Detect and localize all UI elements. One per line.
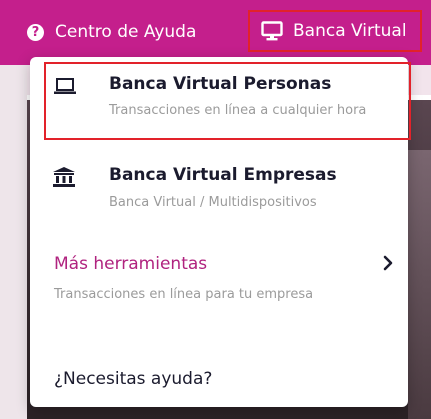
monitor-icon xyxy=(261,21,283,41)
menu-item-need-help[interactable]: ¿Necesitas ayuda? xyxy=(30,365,408,395)
background-left-panel xyxy=(0,65,27,419)
banca-virtual-label: Banca Virtual xyxy=(293,21,407,41)
more-tools-title: Más herramientas xyxy=(54,254,208,274)
top-bar: ? Centro de Ayuda Banca Virtual xyxy=(0,0,431,65)
menu-item-banca-empresas[interactable]: Banca Virtual Empresas Banca Virtual / M… xyxy=(30,157,408,217)
need-help-label: ¿Necesitas ayuda? xyxy=(54,369,213,389)
menu-item-description: Transacciones en línea a cualquier hora xyxy=(109,103,367,118)
laptop-icon xyxy=(54,78,76,94)
bank-icon xyxy=(53,167,75,187)
help-center-label: Centro de Ayuda xyxy=(55,22,197,42)
banca-virtual-dropdown: Banca Virtual Personas Transacciones en … xyxy=(30,57,411,407)
more-tools-description: Transacciones en línea para tu empresa xyxy=(54,287,314,302)
question-circle-icon: ? xyxy=(27,23,44,41)
menu-item-banca-personas[interactable]: Banca Virtual Personas Transacciones en … xyxy=(30,57,411,147)
chevron-right-icon xyxy=(383,255,393,271)
banca-virtual-button[interactable]: Banca Virtual xyxy=(248,10,422,52)
menu-item-title: Banca Virtual Empresas xyxy=(109,165,337,185)
help-center-link[interactable]: ? Centro de Ayuda xyxy=(27,22,196,42)
menu-item-description: Banca Virtual / Multidispositivos xyxy=(109,195,317,210)
page-root: ? Centro de Ayuda Banca Virtual Banca Vi… xyxy=(0,0,431,419)
background-right-photo xyxy=(408,150,431,419)
menu-item-more-tools[interactable]: Más herramientas Transacciones en línea … xyxy=(30,247,408,327)
menu-item-title: Banca Virtual Personas xyxy=(109,74,332,94)
